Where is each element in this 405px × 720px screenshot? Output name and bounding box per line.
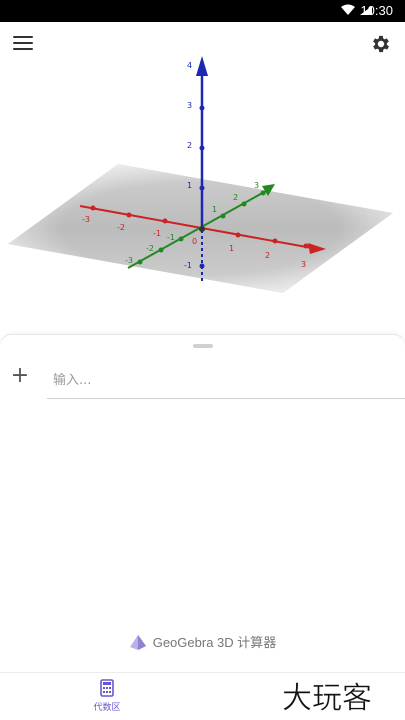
x-tick-label: 0 <box>192 237 197 246</box>
z-tick-dot <box>199 185 205 191</box>
z-tick-label: 1 <box>187 181 192 190</box>
watermark-logo: 大玩客 <box>282 681 373 714</box>
x-tick-dot <box>126 212 132 218</box>
origin-point <box>199 226 205 232</box>
z-tick-label: 4 <box>187 61 192 70</box>
nav-algebra-tab[interactable]: 代数区 <box>80 679 134 719</box>
x-tick-dot <box>162 218 168 224</box>
status-time: 10:30 <box>360 3 393 18</box>
z-axis-arrow <box>196 56 208 76</box>
y-tick-label: 1 <box>212 205 217 214</box>
y-tick-dot <box>178 236 184 242</box>
algebra-panel: + <box>0 334 405 672</box>
graphics-3d-view[interactable]: -3 -2 -1 0 1 2 3 -3 -2 -1 1 2 3 -1 1 2 3… <box>0 22 405 332</box>
x-tick-label: -2 <box>117 223 125 232</box>
x-tick-label: 3 <box>301 260 306 269</box>
calculator-icon <box>100 679 114 697</box>
x-tick-label: 1 <box>229 244 234 253</box>
x-tick-label: 2 <box>265 251 270 260</box>
y-tick-label: -1 <box>167 233 175 242</box>
y-tick-label: 3 <box>254 181 259 190</box>
brand-text: GeoGebra 3D 计算器 <box>152 635 277 650</box>
y-tick-label: -2 <box>146 244 154 253</box>
drag-handle[interactable] <box>193 344 213 348</box>
algebra-input[interactable] <box>47 363 405 399</box>
plus-icon[interactable]: + <box>8 365 32 389</box>
z-tick-dot <box>199 145 205 151</box>
x-tick-label: -1 <box>153 229 161 238</box>
y-tick-dot <box>220 213 226 219</box>
z-tick-label: 3 <box>187 101 192 110</box>
y-tick-dot <box>137 259 143 265</box>
nav-algebra-label: 代数区 <box>93 703 121 713</box>
brand-footer: GeoGebra 3D 计算器 <box>0 632 405 654</box>
y-tick-dot <box>260 190 266 196</box>
x-tick-label: -3 <box>82 215 90 224</box>
z-tick-dot <box>199 263 205 269</box>
status-bar: 10:30 <box>0 0 405 22</box>
y-tick-label: -3 <box>125 256 133 265</box>
geogebra-logo-icon <box>129 635 146 650</box>
z-tick-label: -1 <box>184 261 192 270</box>
x-tick-dot <box>272 238 278 244</box>
y-tick-label: 2 <box>233 193 238 202</box>
y-tick-dot <box>158 247 164 253</box>
y-tick-dot <box>241 201 247 207</box>
z-tick-dot <box>199 105 205 111</box>
x-tick-dot <box>235 232 241 238</box>
z-tick-label: 2 <box>187 141 192 150</box>
svg-text:大玩客: 大玩客 <box>282 681 372 714</box>
x-tick-dot <box>90 205 96 211</box>
wifi-icon <box>341 4 355 15</box>
x-tick-dot <box>303 243 309 249</box>
